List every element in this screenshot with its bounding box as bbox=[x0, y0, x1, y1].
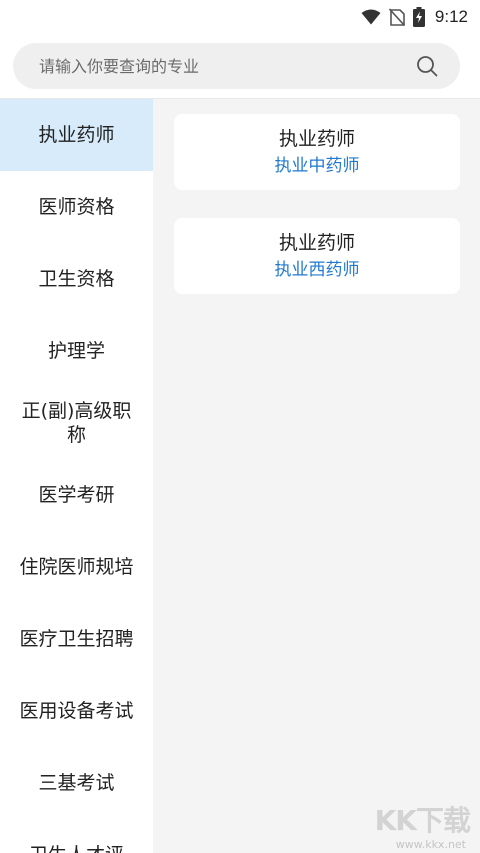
sidebar-item-health-recruitment[interactable]: 医疗卫生招聘 bbox=[0, 603, 153, 675]
status-bar: 9:12 bbox=[0, 0, 480, 34]
card-title: 执业药师 bbox=[278, 232, 355, 254]
watermark-url: www.kkx.net bbox=[395, 838, 466, 851]
card-subtitle: 执业中药师 bbox=[274, 156, 360, 176]
status-time: 9:12 bbox=[434, 7, 468, 26]
sidebar-item-three-basics-exam[interactable]: 三基考试 bbox=[0, 747, 153, 819]
no-sim-icon bbox=[388, 8, 405, 26]
watermark-logo: KK下载 bbox=[374, 804, 471, 837]
search-input[interactable] bbox=[39, 43, 399, 89]
watermark: KK下载 www.kkx.net bbox=[350, 799, 471, 851]
search-bar bbox=[13, 43, 460, 89]
sidebar-item-health-qualification[interactable]: 卫生资格 bbox=[0, 243, 153, 315]
category-sidebar: 执业药师 医师资格 卫生资格 护理学 正(副)高级职称 医学考研 住院医师规培 … bbox=[0, 99, 153, 853]
subcategory-card-western-pharmacist[interactable]: 执业药师 执业西药师 bbox=[174, 218, 460, 294]
sidebar-item-medical-equipment-exam[interactable]: 医用设备考试 bbox=[0, 675, 153, 747]
status-icons: 9:12 bbox=[361, 5, 468, 29]
sidebar-item-health-talent-evaluation[interactable]: 卫生人才评 bbox=[0, 819, 153, 853]
wifi-icon bbox=[361, 9, 381, 25]
card-title: 执业药师 bbox=[278, 128, 355, 150]
subcategory-card-tcm-pharmacist[interactable]: 执业药师 执业中药师 bbox=[174, 114, 460, 190]
sidebar-item-licensed-pharmacist[interactable]: 执业药师 bbox=[0, 99, 153, 171]
search-icon[interactable] bbox=[416, 55, 438, 77]
sidebar-item-resident-training[interactable]: 住院医师规培 bbox=[0, 531, 153, 603]
sidebar-item-physician-qualification[interactable]: 医师资格 bbox=[0, 171, 153, 243]
battery-charging-icon bbox=[412, 7, 425, 27]
card-subtitle: 执业西药师 bbox=[274, 260, 360, 280]
subcategory-panel: 执业药师 执业中药师 执业药师 执业西药师 bbox=[153, 99, 480, 853]
sidebar-item-senior-title[interactable]: 正(副)高级职称 bbox=[0, 387, 153, 459]
sidebar-item-medical-postgraduate[interactable]: 医学考研 bbox=[0, 459, 153, 531]
sidebar-item-nursing[interactable]: 护理学 bbox=[0, 315, 153, 387]
